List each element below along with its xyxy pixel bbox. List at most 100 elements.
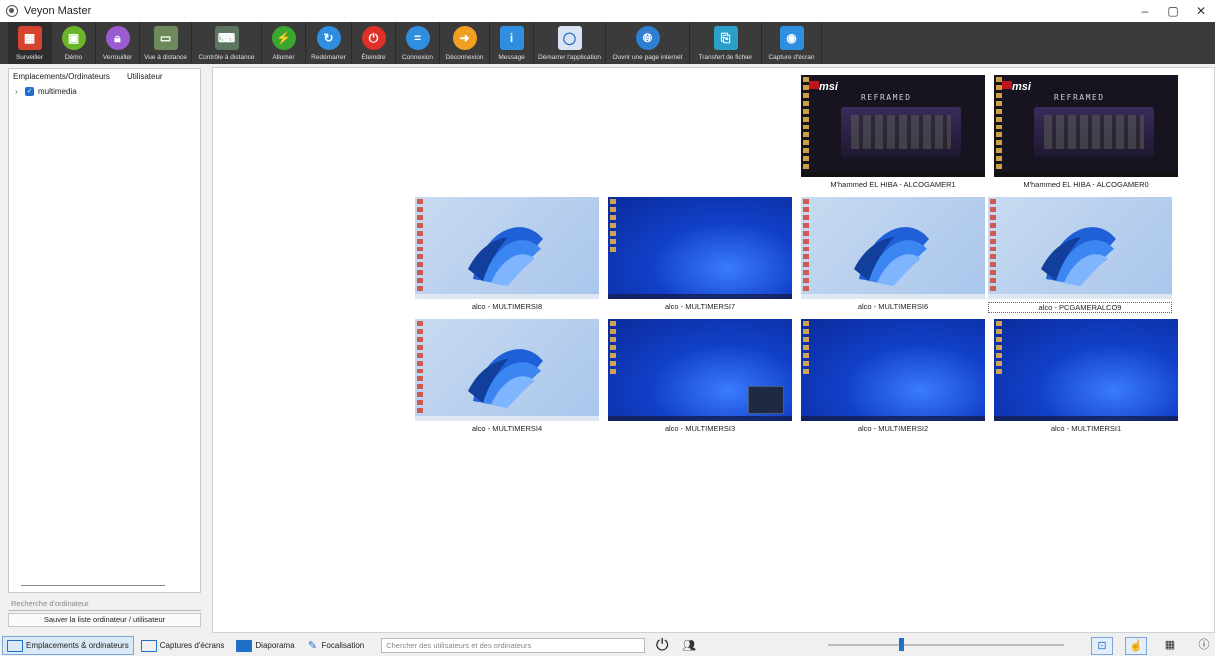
restore-button[interactable]: ▢ xyxy=(1159,0,1187,22)
screen-thumbnail[interactable] xyxy=(988,197,1172,299)
taskbar xyxy=(801,416,985,421)
minimize-button[interactable]: – xyxy=(1131,0,1159,22)
checkbox-multimedia[interactable]: ✓ xyxy=(25,86,34,96)
screen-thumbnail[interactable]: msi REFRAMED xyxy=(994,75,1178,177)
close-button[interactable]: ✕ xyxy=(1187,0,1215,22)
toolbar-button-message[interactable]: i Message xyxy=(490,22,534,64)
screen-thumbnail[interactable]: msi REFRAMED xyxy=(801,75,985,177)
surveiller-icon: ▦ xyxy=(17,26,42,50)
demo-icon: ▣ xyxy=(61,26,86,50)
computer-tile[interactable]: alco - MULTIMERSI8 xyxy=(415,197,599,311)
screen-thumbnail[interactable] xyxy=(994,319,1178,421)
toolbar-label: Allumer xyxy=(272,54,295,61)
screen-thumbnail[interactable] xyxy=(801,319,985,421)
desktop-icons xyxy=(996,77,1008,170)
touch-icon[interactable]: ☝ xyxy=(1125,636,1147,655)
locations-panel: Emplacements/Ordinateurs Utilisateur › ✓… xyxy=(6,67,207,633)
toolbar-button-transfert-fichier[interactable]: ⎘ Transfert de fichier xyxy=(690,22,762,64)
toolbar-button-demarrer-application[interactable]: ◯ Démarrer l'application xyxy=(534,22,606,64)
taskbar xyxy=(994,172,1178,177)
zoom-slider-thumb[interactable] xyxy=(898,638,904,651)
screen-thumbnail[interactable] xyxy=(415,319,599,421)
toolbar-label: Vue à distance xyxy=(144,54,187,61)
toolbar-label: Connexion xyxy=(401,54,434,61)
auto-adjust-icon[interactable]: ⊡ xyxy=(1091,636,1113,655)
toolbar-button-controle-distance[interactable]: ⌨ Contrôle à distance xyxy=(192,22,262,64)
user-computer-search-input[interactable]: Chercher des utilisateurs et des ordinat… xyxy=(381,638,646,653)
save-list-button[interactable]: Sauver la liste ordinateur / utilisateur xyxy=(8,613,201,627)
power-icon[interactable]: ⏻ xyxy=(653,637,671,655)
horizontal-scrollbar[interactable] xyxy=(21,585,165,586)
toolbar-button-demo[interactable]: ▣ Démo xyxy=(52,22,96,64)
computer-tile[interactable]: alco - MULTIMERSI6 xyxy=(801,197,985,311)
screen-thumbnail[interactable] xyxy=(608,319,792,421)
desktop-icons xyxy=(803,77,815,170)
taskbar xyxy=(608,294,792,299)
redemarrer-icon: ↻ xyxy=(316,26,341,50)
toolbar-button-deconnexion[interactable]: ➜ Déconnexion xyxy=(440,22,490,64)
tree-item-multimedia[interactable]: › ✓ multimedia xyxy=(9,84,200,98)
demarrer-application-icon: ◯ xyxy=(557,26,582,50)
toolbar-button-redemarrer[interactable]: ↻ Redémarrer xyxy=(306,22,352,64)
screenshot-icon xyxy=(140,639,157,652)
msi-logo: msi xyxy=(1012,81,1031,93)
computer-search-input[interactable]: Recherche d'ordinateur xyxy=(8,596,201,611)
capture-ecran-icon: ◉ xyxy=(779,26,804,50)
taskbar xyxy=(415,416,599,421)
toolbar-button-vue-distance[interactable]: ▭ Vue à distance xyxy=(140,22,192,64)
toolbar-button-verrouiller[interactable]: 🔒︎ Verrouiller xyxy=(96,22,140,64)
screen-thumbnail[interactable] xyxy=(415,197,599,299)
msi-dragon-icon xyxy=(1002,81,1012,89)
computer-tile[interactable]: msi REFRAMED M'hammed EL HIBA - ALCOGAMER1 xyxy=(801,75,985,189)
tab-diaporama[interactable]: Diaporama xyxy=(231,636,299,655)
computer-tile[interactable]: alco - MULTIMERSI4 xyxy=(415,319,599,433)
toolbar-button-capture-ecran[interactable]: ◉ Capture d'écran xyxy=(762,22,822,64)
column-header-computers[interactable]: Emplacements/Ordinateurs xyxy=(13,72,127,81)
verrouiller-icon: 🔒︎ xyxy=(105,26,130,50)
toolbar-button-allumer[interactable]: ⚡ Allumer xyxy=(262,22,306,64)
wallpaper-headline: REFRAMED xyxy=(861,93,912,102)
bloom-wallpaper-icon xyxy=(1041,227,1116,286)
screen-thumbnail[interactable] xyxy=(801,197,985,299)
grid-view-icon[interactable]: ▦ xyxy=(1159,637,1181,655)
toolbar-label: Surveiller xyxy=(15,54,44,61)
users-icon[interactable]: 👥︎ xyxy=(681,638,697,654)
chevron-right-icon[interactable]: › xyxy=(15,87,25,96)
computer-label: M'hammed EL HIBA - ALCOGAMER1 xyxy=(830,180,956,189)
computer-tile[interactable]: alco - MULTIMERSI2 xyxy=(801,319,985,433)
computer-label: alco - MULTIMERSI3 xyxy=(664,424,736,433)
wallpaper-headline: REFRAMED xyxy=(1054,93,1105,102)
toolbar-label: Contrôle à distance xyxy=(198,54,255,61)
info-icon[interactable]: ⓘ xyxy=(1193,637,1215,655)
toolbar-button-surveiller[interactable]: ▦ Surveiller xyxy=(8,22,52,64)
message-icon: i xyxy=(499,26,524,50)
desktop-icons xyxy=(803,199,815,292)
computer-tile[interactable]: alco - MULTIMERSI7 xyxy=(608,197,792,311)
computer-tree[interactable]: Emplacements/Ordinateurs Utilisateur › ✓… xyxy=(8,68,201,593)
connexion-icon: = xyxy=(405,26,430,50)
desktop-icons xyxy=(803,321,815,413)
toolbar-button-ouvrir-page-internet[interactable]: 🌐︎ Ouvrir une page internet xyxy=(606,22,690,64)
vue-distance-icon: ▭ xyxy=(153,26,178,50)
computer-tile[interactable]: msi REFRAMED M'hammed EL HIBA - ALCOGAMER0 xyxy=(994,75,1178,189)
taskbar xyxy=(608,416,792,421)
toolbar-label: Capture d'écran xyxy=(768,54,815,61)
tab-captures[interactable]: Captures d'écrans xyxy=(136,636,230,655)
computer-tile[interactable]: alco - MULTIMERSI3 xyxy=(608,319,792,433)
zoom-slider[interactable] xyxy=(828,638,1064,651)
computer-tile[interactable]: alco - MULTIMERSI1 xyxy=(994,319,1178,433)
computer-tile[interactable]: alco - PCGAMERALCO9 xyxy=(988,197,1172,313)
screen-thumbnail[interactable] xyxy=(608,197,792,299)
desktop-icons xyxy=(990,199,1002,292)
bloom-wallpaper-icon xyxy=(468,227,543,286)
tab-emplacements[interactable]: Emplacements & ordinateurs xyxy=(2,636,134,655)
bloom-wallpaper-icon xyxy=(854,227,929,286)
bottom-bar: Emplacements & ordinateurs Captures d'éc… xyxy=(0,635,1215,656)
motherboards-image xyxy=(1034,107,1154,157)
column-header-user[interactable]: Utilisateur xyxy=(127,72,163,81)
computer-label: alco - MULTIMERSI4 xyxy=(471,424,543,433)
toolbar-button-eteindre[interactable]: ⏻ Éteindre xyxy=(352,22,396,64)
toolbar-button-connexion[interactable]: = Connexion xyxy=(396,22,440,64)
taskbar xyxy=(415,294,599,299)
tab-focalisation[interactable]: ✎ Focalisation xyxy=(302,636,370,655)
